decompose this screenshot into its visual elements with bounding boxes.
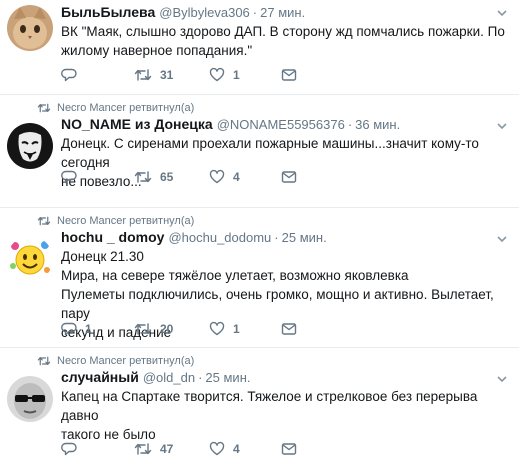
retweet-count: 47: [160, 442, 174, 456]
envelope-icon: [281, 69, 297, 81]
direct-message-button[interactable]: [281, 169, 297, 185]
tweet[interactable]: Necro Mancer ретвитнул(а) случайный @old…: [0, 348, 519, 469]
tweet-text-line: жилому наверное попадания.": [61, 43, 253, 58]
user-name[interactable]: hochu _ domoy: [61, 228, 164, 246]
retweet-button[interactable]: 20: [134, 321, 173, 337]
retweet-icon: [134, 171, 152, 183]
tweet[interactable]: БыльБылева @Bylbyleva306 · 27 мин. ВК "М…: [0, 0, 519, 95]
direct-message-button[interactable]: [281, 441, 297, 457]
user-name[interactable]: БыльБылева: [61, 3, 155, 21]
tweet-text-line: Капец на Спартаке творится. Тяжелое и ст…: [61, 389, 478, 423]
sunglasses-avatar-icon[interactable]: [7, 376, 53, 422]
mask-avatar-icon[interactable]: [7, 123, 53, 169]
tweet[interactable]: Necro Mancer ретвитнул(а) hochu _ domoy …: [0, 208, 519, 348]
reply-icon: [61, 68, 77, 82]
reply-count: 1: [85, 322, 92, 336]
reply-button[interactable]: 1: [61, 321, 92, 337]
separator-dot: ·: [274, 230, 279, 245]
reply-icon: [61, 170, 77, 184]
retweet-button[interactable]: 31: [134, 67, 173, 83]
cat-avatar-icon[interactable]: [7, 5, 53, 51]
retweet-icon: [134, 443, 152, 455]
separator-dot: ·: [198, 370, 203, 385]
like-count: 1: [233, 322, 240, 336]
smiley-avatar-icon[interactable]: [7, 236, 53, 282]
user-handle[interactable]: @NONAME55956376: [217, 116, 345, 133]
timestamp[interactable]: 36 мин.: [355, 116, 400, 133]
retweet-icon: [37, 356, 51, 366]
like-count: 1: [233, 68, 240, 82]
reply-icon: [61, 322, 77, 336]
retweet-count: 65: [160, 170, 174, 184]
tweet-text-line: ВК "Маяк, слышно здорово ДАП. В сторону …: [61, 24, 505, 39]
separator-dot: ·: [252, 5, 258, 20]
chevron-down-icon[interactable]: [495, 119, 509, 133]
heart-icon: [209, 441, 225, 456]
retweet-context: Necro Mancer ретвитнул(а): [37, 208, 511, 228]
separator-dot: ·: [347, 117, 353, 132]
timeline: БыльБылева @Bylbyleva306 · 27 мин. ВК "М…: [0, 0, 519, 469]
retweet-icon: [134, 69, 152, 81]
reply-button[interactable]: [61, 441, 77, 457]
tweet-header: hochu _ domoy @hochu_dodomu · 25 мин.: [61, 228, 511, 246]
reply-button[interactable]: [61, 67, 77, 83]
retweet-button[interactable]: 47: [134, 441, 173, 457]
tweet[interactable]: Necro Mancer ретвитнул(а) NO_NAME из Дон…: [0, 95, 519, 208]
user-handle[interactable]: @old_dn: [143, 369, 195, 386]
like-button[interactable]: 4: [209, 441, 240, 457]
chevron-down-icon[interactable]: [495, 6, 509, 20]
direct-message-button[interactable]: [281, 67, 297, 83]
direct-message-button[interactable]: [281, 321, 297, 337]
tweet-text-line: Пулеметы подключились, очень громко, мощ…: [61, 287, 494, 321]
tweet-header: случайный @old_dn · 25 мин.: [61, 368, 511, 386]
envelope-icon: [281, 171, 297, 183]
like-button[interactable]: 1: [209, 321, 240, 337]
tweet-header: NO_NAME из Донецка @NONAME55956376 · 36 …: [61, 115, 511, 133]
retweet-icon: [37, 103, 51, 113]
timestamp[interactable]: 25 мин.: [282, 229, 327, 246]
user-handle[interactable]: @Bylbyleva306: [159, 4, 250, 21]
timestamp[interactable]: 27 мин.: [260, 4, 305, 21]
retweeted-by-text[interactable]: Necro Mancer ретвитнул(а): [57, 355, 194, 367]
retweet-icon: [37, 216, 51, 226]
retweet-icon: [134, 323, 152, 335]
heart-icon: [209, 67, 225, 82]
retweeted-by-text[interactable]: Necro Mancer ретвитнул(а): [57, 102, 194, 114]
user-name[interactable]: случайный: [61, 368, 139, 386]
reply-icon: [61, 442, 77, 456]
retweet-context: Necro Mancer ретвитнул(а): [37, 95, 511, 115]
reply-button[interactable]: [61, 169, 77, 185]
tweet-header: БыльБылева @Bylbyleva306 · 27 мин.: [61, 3, 511, 21]
tweet-text: Капец на Спартаке творится. Тяжелое и ст…: [61, 387, 511, 444]
envelope-icon: [281, 323, 297, 335]
chevron-down-icon[interactable]: [495, 372, 509, 386]
retweet-count: 20: [160, 322, 174, 336]
like-button[interactable]: 4: [209, 169, 240, 185]
tweet-text-line: Мира, на севере тяжёлое улетает, возможн…: [61, 268, 409, 283]
chevron-down-icon[interactable]: [495, 232, 509, 246]
like-count: 4: [233, 170, 240, 184]
retweet-button[interactable]: 65: [134, 169, 173, 185]
tweet-text: ВК "Маяк, слышно здорово ДАП. В сторону …: [61, 22, 511, 60]
like-button[interactable]: 1: [209, 67, 240, 83]
like-count: 4: [233, 442, 240, 456]
retweet-count: 31: [160, 68, 174, 82]
envelope-icon: [281, 443, 297, 455]
retweeted-by-text[interactable]: Necro Mancer ретвитнул(а): [57, 215, 194, 227]
heart-icon: [209, 321, 225, 336]
tweet-text-line: Донецк. С сиренами проехали пожарные маш…: [61, 136, 479, 170]
user-name[interactable]: NO_NAME из Донецка: [61, 115, 213, 133]
retweet-context: Necro Mancer ретвитнул(а): [37, 348, 511, 368]
tweet-text-line: Донецк 21.30: [61, 249, 144, 264]
timestamp[interactable]: 25 мин.: [205, 369, 250, 386]
user-handle[interactable]: @hochu_dodomu: [168, 229, 271, 246]
heart-icon: [209, 169, 225, 184]
